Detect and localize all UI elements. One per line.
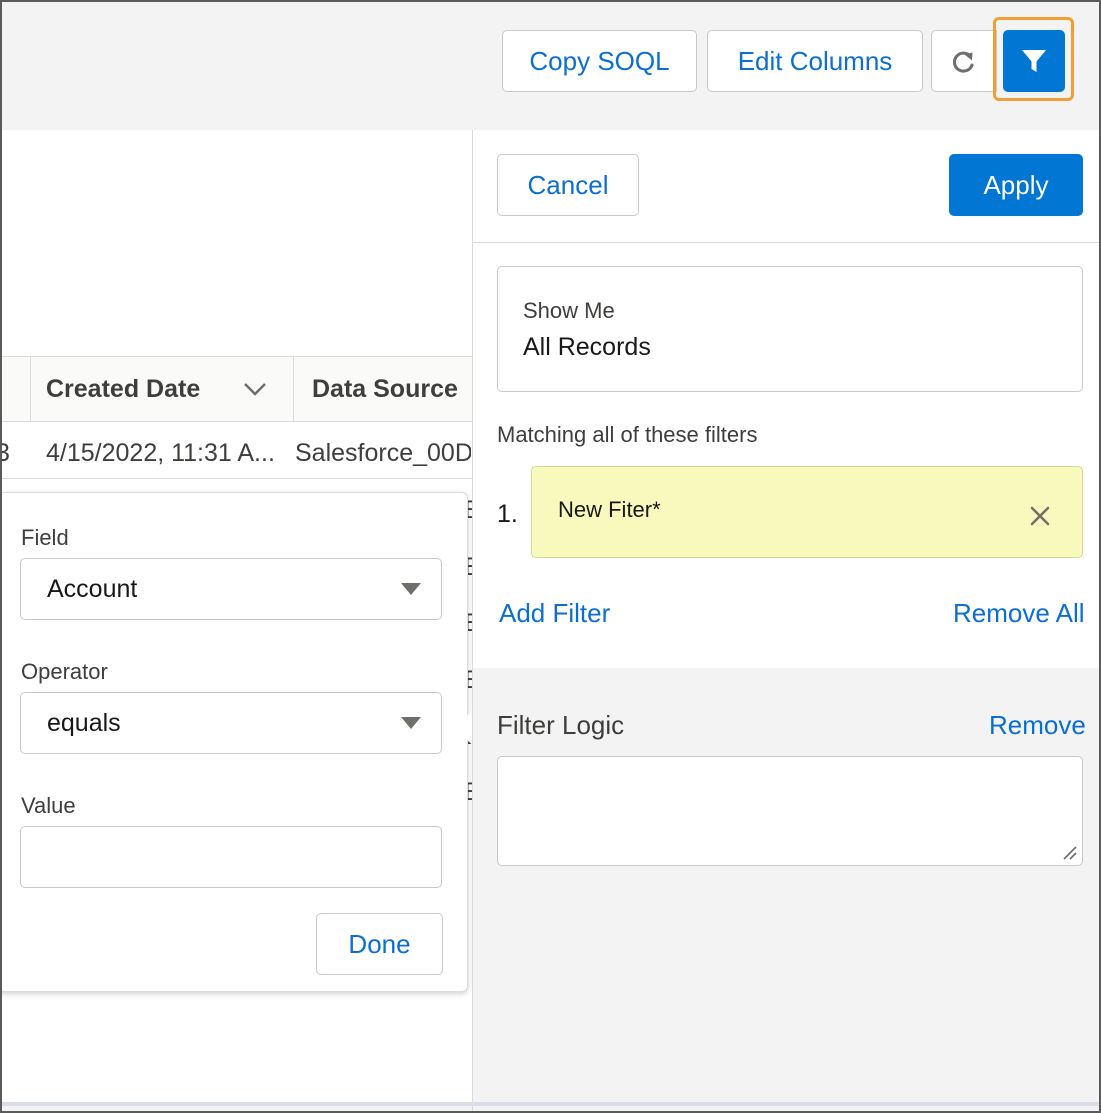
table-cell-created-date: 4/15/2022, 11:31 A... <box>46 439 275 467</box>
screenshot-frame: Copy SOQL Edit Columns Created Date Data… <box>0 0 1101 1113</box>
copy-soql-button[interactable]: Copy SOQL <box>502 30 697 92</box>
filter-item[interactable]: New Fiter* <box>531 466 1083 558</box>
operator-select[interactable]: equals <box>20 692 442 754</box>
copy-soql-label: Copy SOQL <box>529 45 670 76</box>
filter-logic-section: Filter Logic Remove <box>473 668 1099 1111</box>
caret-down-icon <box>401 583 421 595</box>
field-label: Field <box>21 525 69 550</box>
field-select[interactable]: Account <box>20 558 442 620</box>
close-icon[interactable] <box>1029 505 1051 527</box>
column-header-created-date[interactable]: Created Date <box>46 357 200 421</box>
cancel-button[interactable]: Cancel <box>497 154 639 216</box>
edit-columns-label: Edit Columns <box>737 45 893 76</box>
filter-button[interactable] <box>1003 30 1065 92</box>
matching-text: Matching all of these filters <box>497 422 758 447</box>
show-me-card[interactable]: Show Me All Records <box>497 266 1083 392</box>
row-divider <box>2 478 472 479</box>
field-select-value: Account <box>47 574 138 603</box>
filter-edit-popover: Field Account Operator equals Value Done <box>2 492 491 992</box>
column-header-label: Data Source <box>312 374 458 403</box>
show-me-label: Show Me <box>523 298 615 323</box>
apply-button[interactable]: Apply <box>949 154 1083 216</box>
filter-panel: Cancel Apply Show Me All Records Matchin… <box>472 130 1099 1111</box>
filter-logic-textarea[interactable] <box>497 756 1083 866</box>
edit-columns-button[interactable]: Edit Columns <box>707 30 923 92</box>
cancel-label: Cancel <box>527 169 609 200</box>
bottom-border <box>2 1102 1099 1106</box>
done-button[interactable]: Done <box>316 913 443 975</box>
refresh-button[interactable] <box>931 30 997 92</box>
filter-logic-label: Filter Logic <box>497 710 625 740</box>
filter-icon <box>1022 50 1046 72</box>
operator-select-value: equals <box>47 708 121 737</box>
caret-down-icon <box>401 717 421 729</box>
apply-label: Apply <box>983 169 1049 200</box>
remove-filter-logic-link[interactable]: Remove <box>989 710 1086 741</box>
refresh-icon <box>953 51 974 73</box>
resize-handle-icon[interactable] <box>1060 843 1078 861</box>
remove-all-link[interactable]: Remove All <box>953 598 1085 629</box>
chevron-down-icon[interactable] <box>243 381 267 397</box>
column-header-data-source[interactable]: Data Source <box>312 357 458 421</box>
table-header: Created Date Data Source <box>2 356 472 422</box>
filter-number: 1. <box>497 500 518 528</box>
column-header-label: Created Date <box>46 374 201 403</box>
panel-divider <box>473 242 1099 243</box>
column-separator <box>293 357 294 421</box>
value-input[interactable] <box>20 826 442 888</box>
add-filter-link[interactable]: Add Filter <box>499 598 610 629</box>
operator-label: Operator <box>21 659 108 684</box>
done-label: Done <box>348 928 411 959</box>
value-label: Value <box>21 793 76 818</box>
table-cell-data-source: Salesforce_00DE <box>295 439 471 467</box>
column-separator <box>30 357 31 421</box>
table-cell-partial: 3 <box>2 439 10 468</box>
show-me-value: All Records <box>523 333 651 361</box>
filter-item-label: New Fiter* <box>558 497 661 522</box>
